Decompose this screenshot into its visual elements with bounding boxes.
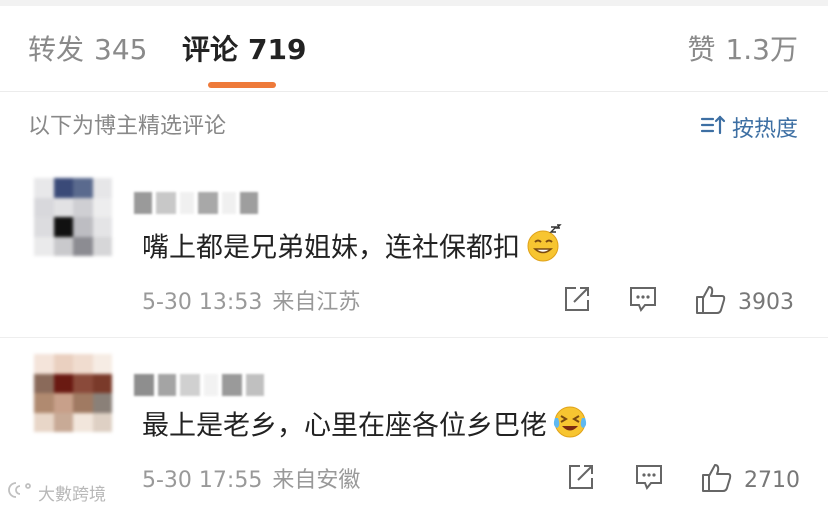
share-button[interactable] bbox=[562, 284, 592, 318]
avatar[interactable] bbox=[34, 178, 112, 256]
active-tab-indicator bbox=[208, 82, 276, 88]
share-icon bbox=[566, 462, 596, 496]
tab-repost[interactable]: 转发 345 bbox=[28, 32, 147, 68]
sort-button[interactable]: 按热度 bbox=[700, 110, 798, 144]
tab-repost-count: 345 bbox=[94, 33, 148, 66]
like-button[interactable]: 3903 bbox=[694, 284, 794, 320]
section-title: 以下为博主精选评论 bbox=[28, 114, 227, 139]
tab-likes-label: 赞 bbox=[687, 33, 716, 66]
laugh-cry-emoji bbox=[551, 402, 589, 452]
tab-repost-label: 转发 bbox=[28, 33, 85, 66]
sort-label: 按热度 bbox=[731, 117, 798, 142]
comment-item: 嘴上都是兄弟姐妹，连社保都扣 5-30 13:53 来自江苏 3903 bbox=[0, 168, 828, 338]
comment-text: 最上是老乡，心里在座各位乡巴佬 bbox=[142, 402, 589, 452]
share-icon bbox=[562, 284, 592, 318]
tab-likes[interactable]: 赞 1.3万 bbox=[687, 32, 798, 68]
watermark-logo-icon bbox=[6, 480, 34, 505]
username-pixelated[interactable] bbox=[134, 374, 264, 396]
like-button[interactable]: 2710 bbox=[700, 462, 800, 498]
comment-meta: 5-30 17:55 来自安徽 bbox=[142, 466, 360, 496]
reply-button[interactable] bbox=[628, 284, 658, 318]
like-icon bbox=[694, 284, 728, 320]
like-count: 2710 bbox=[744, 467, 800, 493]
tab-comments-label: 评论 bbox=[182, 33, 239, 66]
reply-button[interactable] bbox=[634, 462, 664, 496]
watermark-text: 大數跨境 bbox=[38, 485, 106, 505]
comment-time: 5-30 13:53 bbox=[142, 290, 263, 315]
comment-location: 来自安徽 bbox=[272, 468, 361, 493]
comment-location: 来自江苏 bbox=[272, 290, 361, 315]
share-button[interactable] bbox=[566, 462, 596, 496]
comment-time: 5-30 17:55 bbox=[142, 468, 263, 493]
comment-body: 最上是老乡，心里在座各位乡巴佬 bbox=[142, 410, 547, 442]
tab-likes-count: 1.3万 bbox=[725, 33, 798, 66]
tab-comments[interactable]: 评论 719 bbox=[182, 32, 306, 68]
like-count: 3903 bbox=[738, 289, 794, 315]
username-pixelated[interactable] bbox=[134, 192, 258, 214]
comment-meta: 5-30 13:53 来自江苏 bbox=[142, 288, 360, 318]
avatar[interactable] bbox=[34, 354, 112, 432]
sweat-smile-emoji bbox=[524, 224, 564, 274]
comment-icon bbox=[634, 462, 664, 496]
like-icon bbox=[700, 462, 734, 498]
comment-item: 最上是老乡，心里在座各位乡巴佬 5-30 17:55 来自安徽 2710 bbox=[0, 348, 828, 508]
comment-body: 嘴上都是兄弟姐妹，连社保都扣 bbox=[142, 232, 520, 264]
watermark: 大數跨境 bbox=[6, 480, 106, 505]
tab-comments-count: 719 bbox=[248, 33, 307, 66]
tab-bar: 转发 345 评论 719 赞 1.3万 bbox=[0, 6, 828, 92]
comment-icon bbox=[628, 284, 658, 318]
section-header: 以下为博主精选评论 按热度 bbox=[0, 100, 828, 156]
comment-text: 嘴上都是兄弟姐妹，连社保都扣 bbox=[142, 224, 564, 274]
sort-icon bbox=[700, 113, 726, 141]
